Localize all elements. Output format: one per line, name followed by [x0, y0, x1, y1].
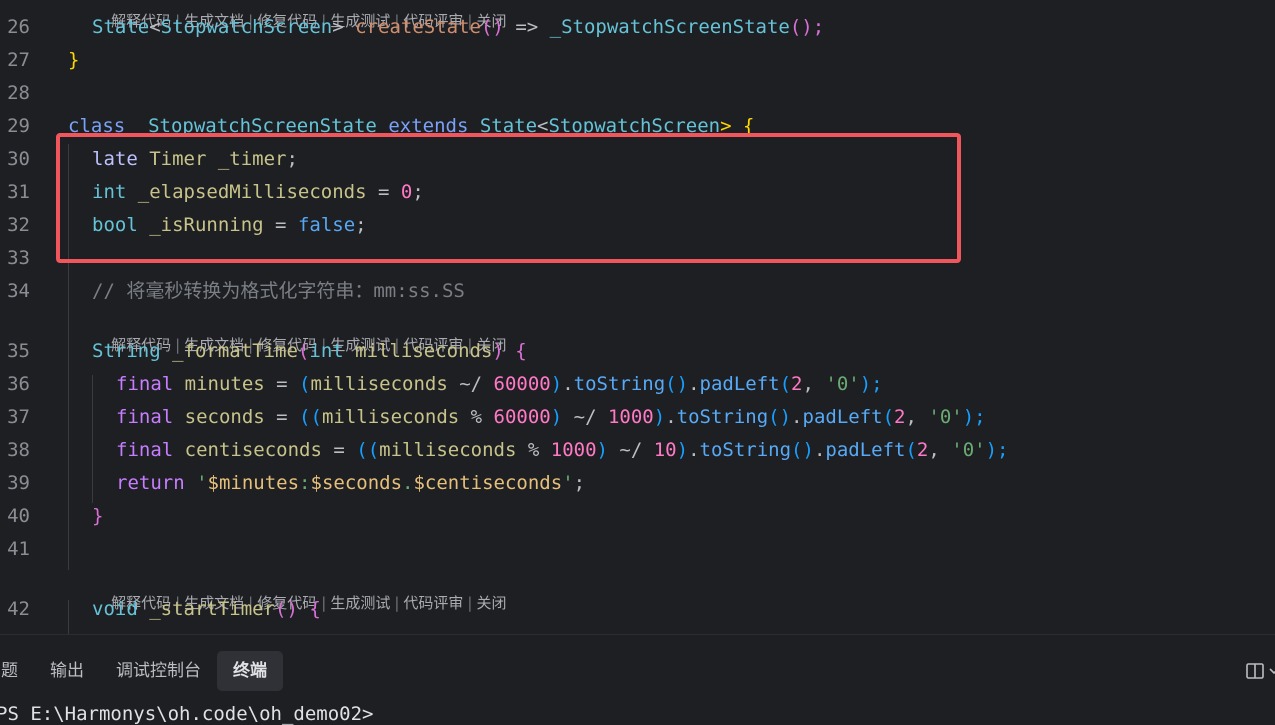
- line-number: 30: [7, 148, 30, 170]
- code-line-36[interactable]: 36 final minutes = (milliseconds ~/ 6000…: [0, 368, 1275, 401]
- tab-debug-console[interactable]: 调试控制台: [100, 651, 217, 691]
- panel-tabs: 问题 输出 调试控制台 终端: [0, 651, 283, 691]
- code-line-35[interactable]: 35 String _formatTime(int milliseconds) …: [0, 335, 1275, 368]
- line-number: 32: [7, 214, 30, 236]
- code-line-38[interactable]: 38 final centiseconds = ((milliseconds %…: [0, 434, 1275, 467]
- line-number: 38: [7, 439, 30, 461]
- line-number: 37: [7, 406, 30, 428]
- code-text: }: [92, 505, 104, 527]
- line-number: 26: [7, 16, 30, 38]
- code-line-40[interactable]: 40 }: [0, 500, 1275, 533]
- code-text: void _startTimer() {: [92, 598, 321, 620]
- line-number: 42: [7, 598, 30, 620]
- code-editor[interactable]: 解释代码 | 生成文档 | 修复代码 | 生成测试 | 代码评审 | 关闭 26 State<Sto…: [0, 0, 1275, 634]
- code-lens-top[interactable]: 解释代码 | 生成文档 | 修复代码 | 生成测试 | 代码评审 | 关闭: [92, 0, 506, 30]
- tab-terminal[interactable]: 终端: [217, 651, 283, 691]
- code-lens[interactable]: 解释代码 | 生成文档 | 修复代码 | 生成测试 | 代码评审 | 关闭: [92, 570, 506, 612]
- bottom-panel: 问题 输出 调试控制台 终端 PS E:\Harmonys\oh.code\oh…: [0, 634, 1275, 725]
- code-text: final seconds = ((milliseconds % 60000) …: [116, 406, 986, 428]
- panel-actions: [1245, 661, 1275, 681]
- code-line-26[interactable]: 26 State<StopwatchScreen> createState() …: [0, 11, 1275, 44]
- line-number: 40: [7, 505, 30, 527]
- tab-output[interactable]: 输出: [34, 651, 100, 691]
- line-number: 33: [7, 247, 30, 269]
- code-text: return '$minutes:$seconds.$centiseconds'…: [116, 472, 586, 494]
- code-text: final centiseconds = ((milliseconds % 10…: [116, 439, 1009, 461]
- terminal-prompt[interactable]: PS E:\Harmonys\oh.code\oh_demo02>: [0, 703, 374, 725]
- chevron-down-icon[interactable]: [1269, 661, 1275, 681]
- line-number: 35: [7, 340, 30, 362]
- line-number: 31: [7, 181, 30, 203]
- code-line-39[interactable]: 39 return '$minutes:$seconds.$centisecon…: [0, 467, 1275, 500]
- tab-problems[interactable]: 问题: [0, 651, 34, 691]
- line-number: 29: [7, 115, 30, 137]
- highlight-annotation-box: [56, 133, 961, 263]
- code-text: }: [68, 49, 80, 71]
- code-text: State<StopwatchScreen> createState() => …: [92, 16, 825, 38]
- code-line-28[interactable]: 28: [0, 77, 1275, 110]
- code-line-34[interactable]: 34 // 将毫秒转换为格式化字符串：mm:ss.SS: [0, 275, 1275, 308]
- line-number: 41: [7, 538, 30, 560]
- line-number: 36: [7, 373, 30, 395]
- code-text: String _formatTime(int milliseconds) {: [92, 340, 527, 362]
- code-line-27[interactable]: 27 }: [0, 44, 1275, 77]
- code-comment: // 将毫秒转换为格式化字符串：mm:ss.SS: [92, 280, 465, 302]
- code-line-41[interactable]: 41: [0, 533, 1275, 566]
- split-panel-icon[interactable]: [1245, 661, 1265, 681]
- line-number: 27: [7, 49, 30, 71]
- code-line-37[interactable]: 37 final seconds = ((milliseconds % 6000…: [0, 401, 1275, 434]
- line-number: 39: [7, 472, 30, 494]
- code-line-42[interactable]: 42 void _startTimer() {: [0, 593, 1275, 626]
- code-text: final minutes = (milliseconds ~/ 60000).…: [116, 373, 883, 395]
- code-lens[interactable]: 解释代码 | 生成文档 | 修复代码 | 生成测试 | 代码评审 | 关闭: [92, 312, 506, 354]
- line-number: 28: [7, 82, 30, 104]
- line-number: 34: [7, 280, 30, 302]
